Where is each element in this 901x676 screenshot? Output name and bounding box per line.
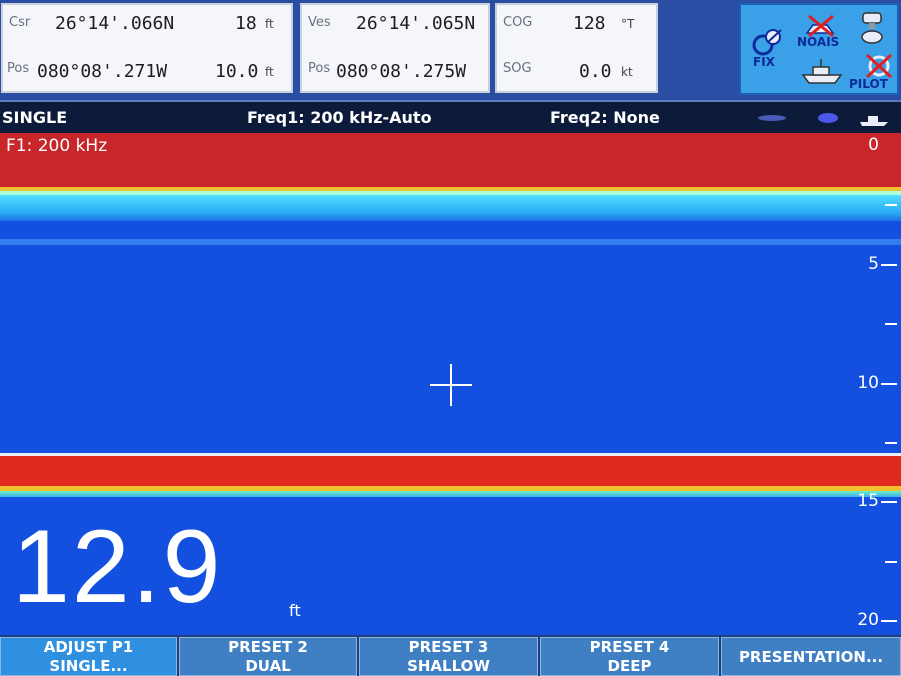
cursor-crosshair[interactable] [430,364,472,406]
softkey-line1: PRESET 4 [589,638,670,656]
depth-scale-minor-tick [885,560,897,563]
depth-readout: 12.9 [12,509,223,625]
depth-scale-minor-tick [885,441,897,444]
depth-scale-tick [881,501,897,504]
status-icons-panel[interactable]: FIX NOAIS PILOT [739,3,899,95]
sonar-echogram[interactable]: F1: 200 kHz 0 5 10 15 20 12.9 ft [0,133,901,635]
cog-value: 128 [573,13,606,34]
cog-unit: °T [621,17,635,31]
softkey-line2: SINGLE... [49,657,128,675]
vessel-position-panel[interactable]: Ves 26°14'.065N Pos 080°08'.275W [300,3,490,93]
ves-label: Ves [308,15,331,30]
cog-label: COG [503,15,533,30]
freq1-label: Freq1: 200 kHz-Auto [247,108,432,127]
bottom-edge-green [0,491,901,497]
depth-scale-tick [881,382,897,385]
depth-scale-minor-tick [885,204,897,207]
softkey-line2: DEEP [607,657,652,675]
cursor-position-panel[interactable]: Csr 26°14'.066N 18 ft Pos 080°08'.271W 1… [1,3,293,93]
crosshair-vertical [450,364,452,406]
softkey-line1: PRESET 2 [228,638,308,656]
depth-scale-minor-tick [885,323,897,326]
thermocline-line [0,239,901,245]
depth-scale-label: 20 [857,610,879,630]
cursor-longitude: 080°08'.271W [37,61,168,82]
gps-fix-icon [752,29,782,56]
radar-icon [861,12,883,44]
csr-label: Csr [9,15,31,30]
noais-label: NOAIS [797,35,840,49]
cursor-range: 18 [235,13,257,34]
depth-scale-label: 0 [868,135,879,155]
softkey-presentation[interactable]: PRESENTATION... [721,637,901,676]
vessel-longitude: 080°08'.275W [336,61,467,82]
mode-label: SINGLE [2,108,68,127]
softkey-line1: ADJUST P1 [43,638,134,656]
softkey-line2: DUAL [245,657,291,675]
softkey-line2: SHALLOW [407,657,490,675]
sog-label: SOG [503,61,532,76]
softkey-preset-4[interactable]: PRESET 4 DEEP [540,637,719,676]
data-bar: Csr 26°14'.066N 18 ft Pos 080°08'.271W 1… [0,0,901,100]
depth-scale-label: 15 [857,491,879,512]
depth-scale-tick [881,263,897,266]
channel-label: F1: 200 kHz [6,136,108,156]
surface-clutter-band [0,133,901,187]
freq2-label: Freq2: None [550,108,660,127]
depth-unit: ft [289,601,301,620]
softkey-preset-3[interactable]: PRESET 3 SHALLOW [359,637,538,676]
autopilot-off-icon [865,53,893,79]
depth-scale-label: 5 [868,253,879,274]
softkey-line1: PRESET 3 [408,638,489,656]
sog-value: 0.0 [579,61,612,82]
pos-label: Pos [7,61,30,76]
sonar-mode-bar: SINGLE Freq1: 200 kHz-Auto Freq2: None [0,100,901,133]
transducer-status-icon [758,113,888,126]
softkey-adjust-p1[interactable]: ADJUST P1 SINGLE... [0,637,177,676]
depth-scale-tick [881,620,897,622]
softkey-line1: PRESENTATION... [738,648,884,666]
surface-edge-cyan [0,195,901,221]
pos-label: Pos [308,61,331,76]
depth-scale-label: 10 [857,372,879,393]
softkey-bar: ADJUST P1 SINGLE... PRESET 2 DUAL PRESET… [0,635,901,676]
cursor-range-unit: ft [265,17,274,31]
pilot-label: PILOT [849,77,888,91]
vessel-icon [801,59,843,84]
fix-label: FIX [753,55,775,69]
vessel-latitude: 26°14'.065N [356,13,476,34]
cursor-distance: 10.0 [215,61,259,82]
course-speed-panel[interactable]: COG 128 °T SOG 0.0 kt [495,3,658,93]
sog-unit: kt [621,65,633,79]
softkey-preset-2[interactable]: PRESET 2 DUAL [179,637,357,676]
bottom-return-band [0,456,901,486]
cursor-latitude: 26°14'.066N [55,13,175,34]
cursor-distance-unit: ft [265,65,274,79]
